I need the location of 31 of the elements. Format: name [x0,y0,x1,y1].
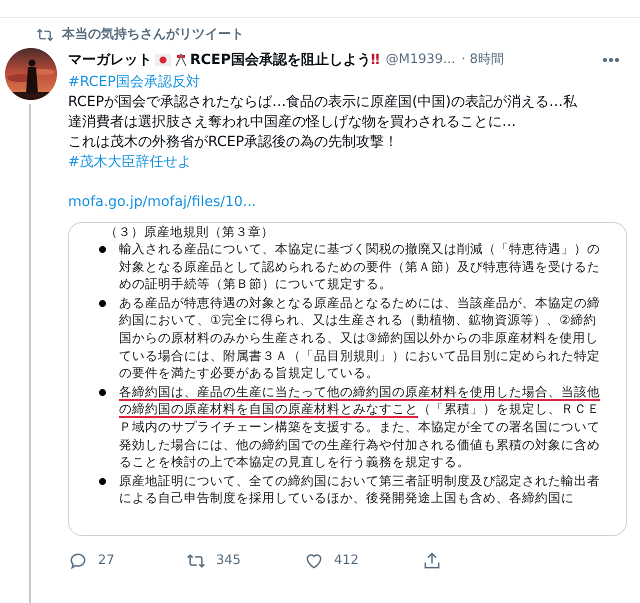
retweet-label: 本当の気持ちさんがリツイート [62,26,244,44]
heart-icon [304,551,324,571]
retweet-icon [186,551,206,571]
flag-icon [155,54,171,66]
action-count: 412 [334,552,359,570]
tweet-text: これは茂木の外務省がRCEP承認後の為の先制攻撃！ [68,133,400,152]
bullet-icon [99,246,106,253]
user-handle: @M1939... [386,51,456,70]
url-link[interactable]: mofa.go.jp/mofaj/files/10... [68,194,256,210]
hashtag-link[interactable]: #RCEP国会承認反対 [68,74,200,90]
action-count: 345 [216,552,241,570]
share-icon [422,551,442,571]
retweet-icon [36,26,54,44]
bullet-icon [99,388,106,396]
action-count: 27 [98,552,115,570]
crossed-flags-icon [174,53,188,67]
document-heading: （３）原産地規則（第３章） [105,225,275,239]
bullet-icon [99,478,106,485]
more-icon[interactable] [602,57,620,63]
document-paragraph: 各締約国は、産品の生産に当たって他の締約国の原産材料を使用した場合、当該他の締約国の原産材料を自国の原産材料とみなすこと（「累積」）を規定し、ＲＣＥＰ域内のサプライチェーン構築を支援する。また、本協定が全ての署名国について発効した場合には、他の締約国での生産行為や付加される価値も累積の対象に含めることを検討の上で本協定の見直しを行う義務を規定する。 [119,382,601,471]
speech-bubble-icon [68,551,88,571]
bullet-icon [99,300,106,307]
display-name-suffix: RCEP国会承認を阻止しよう‼ [190,50,380,70]
tweet-text: RCEPが国会で承認されたならば…食品の表示に原産国(中国)の表記が消える…私達消費者は選択肢さえ奪われ中国産の怪しげな物を買わされることに… [68,93,578,132]
document-paragraph: 輸入される産品について、本協定に基づく関税の撤廃又は削減（「特恵待遇」）の対象となる原産品として認められるための要件（第Ａ節）及び特恵待遇を受けるための証明手続等（第Ｂ節）について規定する。 [119,240,601,293]
document-paragraph: ある産品が特恵待遇の対象となる原産品となるためには、当該産品が、本協定の締約国において、①完全に得られ、又は生産される（動植物、鉱物資源等）、②締約国からの原材料のみから生産される、又は③締約国以外からの非原産材料を使用している場合には、附属書３Ａ（「品目別規則」）において品目別に定められた特定の要件を満たす必要がある旨規定している。 [119,294,601,382]
document-image[interactable] [68,222,627,536]
document-paragraph: 原産地証明について、全ての締約国において第三者証明制度及び認定された輸出者による自己申告制度を採用しているほか、後発開発途上国も含め、各締約国に [119,472,601,507]
timestamp[interactable]: · 8時間 [461,50,504,70]
hashtag-link[interactable]: #茂木大臣辞任せよ [68,154,192,170]
display-name[interactable]: マーガレット [68,50,152,70]
